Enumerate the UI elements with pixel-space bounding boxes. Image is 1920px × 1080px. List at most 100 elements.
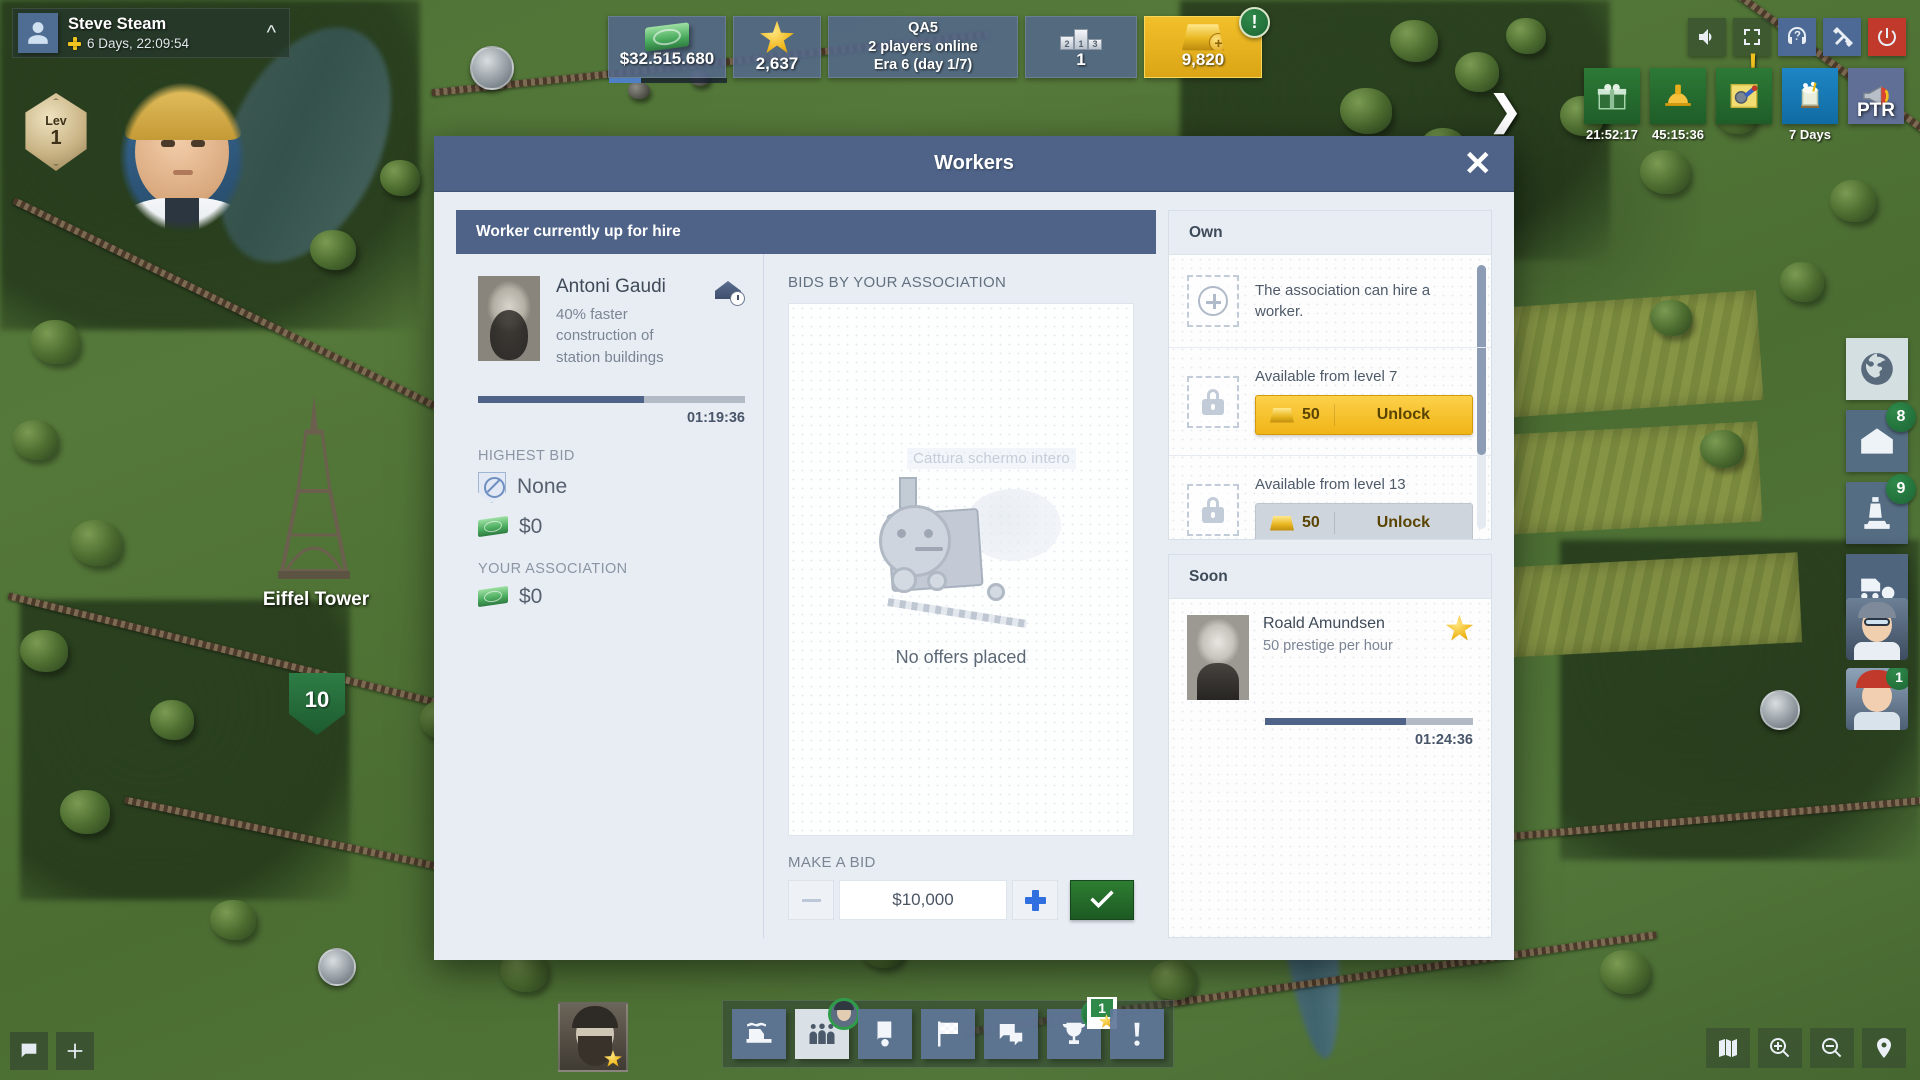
chat-icon[interactable]	[10, 1032, 48, 1070]
decrease-bid-button[interactable]	[788, 880, 834, 920]
sound-icon[interactable]	[1688, 18, 1726, 56]
unlock-price-2: 50	[1302, 514, 1320, 531]
modal-title: Workers	[934, 152, 1014, 174]
soon-panel-body[interactable]: Roald Amundsen 50 prestige per hour 01:2…	[1169, 599, 1491, 937]
soon-panel-title: Soon	[1189, 567, 1228, 585]
close-icon[interactable]: ✕	[1464, 147, 1493, 181]
lock-icon	[1202, 388, 1224, 415]
podium-icon: 213	[1060, 24, 1102, 51]
money-resource[interactable]: $32.515.680	[608, 16, 727, 83]
gold-value: 9,820	[1181, 50, 1225, 70]
trains-button[interactable]	[732, 1009, 786, 1059]
gold-alert-badge[interactable]: !	[1239, 7, 1270, 38]
event-research[interactable]: !	[1716, 48, 1772, 127]
player-session-time: 6 Days, 22:09:54	[87, 36, 190, 51]
screenshot-watermark: Cattura schermo intero	[907, 448, 1076, 469]
event-cocktail-timer: 7 Days	[1789, 127, 1831, 142]
server-name: QA5	[908, 20, 938, 37]
prestige-star-icon	[1446, 615, 1473, 641]
event-gift-timer: 21:52:17	[1585, 127, 1639, 142]
confirm-bid-button[interactable]	[1070, 880, 1134, 920]
add-worker-slot[interactable]	[1187, 275, 1239, 327]
worker-avatar-badge	[828, 998, 860, 1030]
own-workers-panel: Own The association can hire a worker. A…	[1168, 210, 1492, 540]
research-count-badge: 9	[1886, 474, 1916, 504]
event-gift[interactable]: 21:52:17	[1584, 68, 1640, 142]
research-icon[interactable]: 9	[1846, 474, 1916, 544]
licenses-button[interactable]	[858, 1009, 912, 1059]
increase-bid-button[interactable]	[1012, 880, 1058, 920]
player-info-box[interactable]: Steve Steam 6 Days, 22:09:54 ^	[12, 8, 290, 58]
event-ptr[interactable]: PTR	[1848, 68, 1904, 127]
own-slot-locked-2[interactable]: Available from level 13 50 Unlock	[1169, 456, 1491, 539]
chevron-right-icon[interactable]: ❯	[1488, 88, 1522, 134]
prestige-resource[interactable]: 2,637	[733, 16, 821, 78]
worker-detail-column: Antoni Gaudi 40% faster construction of …	[456, 254, 763, 938]
unlock-button-1[interactable]: 50 Unlock	[1255, 395, 1473, 435]
gold-bar-icon	[1270, 515, 1294, 531]
map-icon[interactable]	[1706, 1028, 1750, 1068]
highest-bid-label: HIGHEST BID	[478, 447, 575, 464]
locked-worker-slot	[1187, 375, 1239, 428]
collapse-chevron-icon[interactable]: ^	[267, 22, 284, 45]
engineer-avatar[interactable]	[1846, 598, 1908, 660]
rank-resource[interactable]: 213 1	[1025, 16, 1137, 78]
server-info[interactable]: QA5 2 players online Era 6 (day 1/7)	[828, 16, 1018, 78]
power-icon[interactable]	[1868, 18, 1906, 56]
unlock-label-1: Unlock	[1376, 406, 1431, 423]
active-worker-portrait[interactable]	[558, 1002, 628, 1072]
soon-worker-desc: 50 prestige per hour	[1263, 638, 1393, 654]
soon-worker-name: Roald Amundsen	[1263, 615, 1385, 632]
event-hardhat[interactable]: 45:15:36	[1650, 68, 1706, 142]
main-taskbar: 2 1	[722, 997, 1174, 1068]
location-pin-icon[interactable]	[1862, 1028, 1906, 1068]
worker-hire-header-label: Worker currently up for hire	[476, 223, 681, 240]
own-slot-locked-1[interactable]: Available from level 7 50 Unlock	[1169, 348, 1491, 456]
event-cocktail[interactable]: 7 Days	[1782, 68, 1838, 142]
alerts-button[interactable]	[1110, 1009, 1164, 1059]
level-value: 1	[50, 127, 62, 150]
worker-hire-panel: Worker currently up for hire Antoni Gaud…	[456, 210, 1156, 938]
level-label: Lev	[45, 113, 67, 128]
eiffel-tower-landmark[interactable]: Eiffel Tower	[263, 395, 369, 610]
highest-bid-name: None	[517, 475, 568, 499]
no-offers-text: No offers placed	[895, 647, 1027, 667]
conductor-avatar[interactable]: 1	[1846, 668, 1908, 730]
worker-auction-timer: 01:19:36	[686, 409, 745, 426]
player-name: Steve Steam	[68, 15, 167, 33]
research-note-icon	[1716, 68, 1772, 124]
depot-count-badge: 8	[1886, 402, 1916, 432]
chat-button[interactable]	[984, 1009, 1038, 1059]
cash-icon	[478, 516, 508, 538]
soon-worker-progress: 01:24:36	[1169, 700, 1491, 748]
player-avatar[interactable]	[18, 13, 58, 53]
unlock-price-1: 50	[1302, 406, 1320, 423]
soon-worker-row[interactable]: Roald Amundsen 50 prestige per hour	[1169, 599, 1491, 700]
bid-amount-input[interactable]	[839, 880, 1007, 920]
zoom-in-icon[interactable]	[1758, 1028, 1802, 1068]
your-association-amount: $0	[519, 584, 543, 608]
trophy-button[interactable]: 2 1	[1047, 997, 1117, 1059]
right-character-list: 1	[1846, 598, 1908, 730]
player-portrait	[95, 70, 270, 260]
own-panel-body[interactable]: The association can hire a worker. Avail…	[1169, 255, 1491, 539]
zoom-out-icon[interactable]	[1810, 1028, 1854, 1068]
cash-icon	[478, 586, 508, 608]
own-slot-level-1: Available from level 7	[1255, 368, 1398, 385]
locked-worker-slot	[1187, 483, 1239, 536]
unlock-button-2[interactable]: 50 Unlock	[1255, 503, 1473, 539]
depot-icon[interactable]: 8	[1846, 402, 1916, 472]
globe-icon[interactable]	[1846, 338, 1908, 400]
own-panel-title: Own	[1189, 223, 1223, 241]
modal-header: Workers ✕	[434, 136, 1514, 192]
worker-hire-header: Worker currently up for hire	[456, 210, 1156, 254]
workers-button[interactable]	[795, 998, 860, 1059]
races-button[interactable]	[921, 1009, 975, 1059]
own-slot-empty[interactable]: The association can hire a worker.	[1169, 255, 1491, 348]
add-icon[interactable]	[56, 1032, 94, 1070]
workers-side-column: Own The association can hire a worker. A…	[1168, 210, 1492, 938]
bids-list[interactable]: Cattura schermo intero No offers placed	[788, 303, 1134, 836]
help-icon[interactable]	[1778, 18, 1816, 56]
gold-resource[interactable]: + 9,820 !	[1144, 7, 1270, 78]
settings-icon[interactable]	[1823, 18, 1861, 56]
